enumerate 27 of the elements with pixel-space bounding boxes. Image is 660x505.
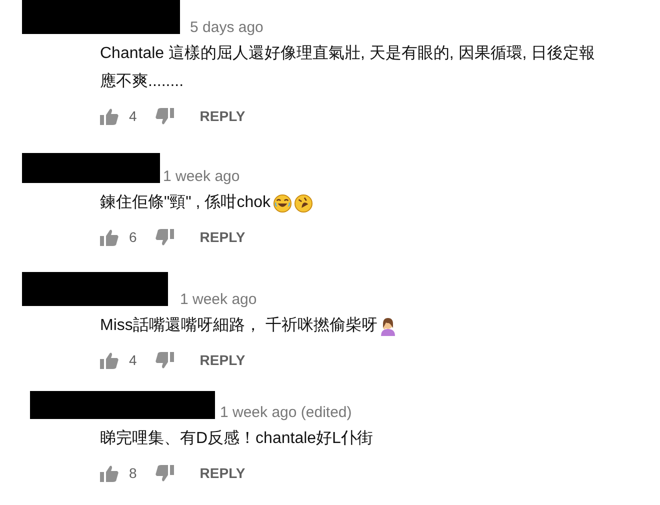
thumbs-down-icon[interactable] xyxy=(154,352,174,368)
reply-button[interactable]: REPLY xyxy=(200,108,246,124)
like-count: 8 xyxy=(129,465,137,481)
person-emoji-icon xyxy=(379,316,398,336)
comment-time: 1 week ago (edited) xyxy=(220,405,352,421)
thumbs-down-icon[interactable] xyxy=(154,228,174,246)
like-count: 4 xyxy=(129,352,137,368)
like-count: 4 xyxy=(129,108,137,124)
like-count: 6 xyxy=(129,229,137,245)
comment-time: 5 days ago xyxy=(190,20,264,36)
reply-button[interactable]: REPLY xyxy=(200,229,246,245)
reply-button[interactable]: REPLY xyxy=(200,352,246,368)
comment-text: 睇完哩集、有D反感！chantale好L仆街 xyxy=(100,428,373,449)
thumbs-down-icon[interactable] xyxy=(154,464,174,482)
rolling-laughing-emoji-icon xyxy=(294,194,312,212)
laughing-emoji-icon xyxy=(272,194,292,212)
thumbs-down-icon[interactable] xyxy=(154,108,174,124)
reply-button[interactable]: REPLY xyxy=(200,465,246,481)
comment-time: 1 week ago xyxy=(180,292,257,308)
thumbs-up-icon[interactable] xyxy=(100,464,119,482)
thumbs-up-icon[interactable] xyxy=(100,352,119,368)
thumbs-up-icon[interactable] xyxy=(100,108,119,124)
comment-text: Chantale 這樣的屈人還好像理直氣壯, 天是有眼的, 因果循環, 日後定報應不爽........ xyxy=(100,44,596,92)
comment-text: 鍊住佢條"頸" , 係咁chok xyxy=(100,192,270,213)
comment-time: 1 week ago xyxy=(163,169,240,185)
thumbs-up-icon[interactable] xyxy=(100,228,119,246)
comment-text: Miss話嘴還嘴呀細路， 千祈咪撚偷柴呀 xyxy=(100,316,378,336)
